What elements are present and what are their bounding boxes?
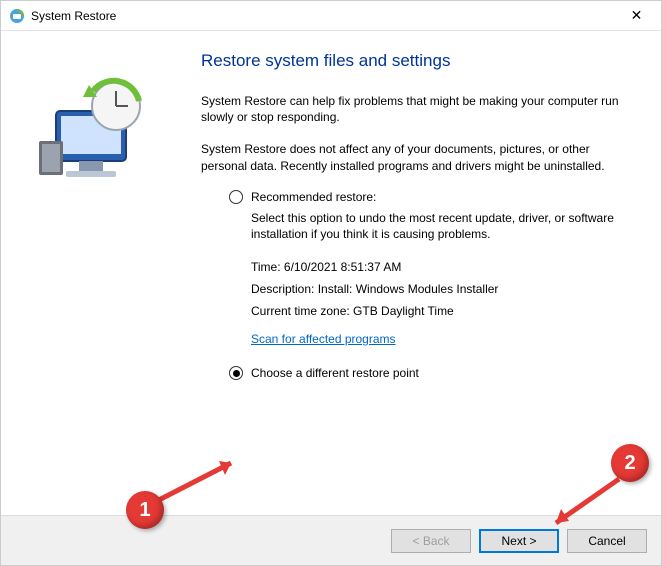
detail-description: Description: Install: Windows Modules In… xyxy=(251,282,631,296)
cancel-button[interactable]: Cancel xyxy=(567,529,647,553)
radio-icon xyxy=(229,366,243,380)
option-different: Choose a different restore point xyxy=(229,366,631,380)
main-panel: Restore system files and settings System… xyxy=(191,51,631,505)
button-bar: < Back Next > Cancel xyxy=(1,515,661,565)
system-restore-icon xyxy=(9,8,25,24)
option-recommended: Recommended restore: Select this option … xyxy=(229,190,631,346)
annotation-badge-1: 1 xyxy=(126,491,164,529)
detail-time: Time: 6/10/2021 8:51:37 AM xyxy=(251,260,631,274)
recommended-desc: Select this option to undo the most rece… xyxy=(251,210,631,242)
page-heading: Restore system files and settings xyxy=(201,51,631,71)
window-title: System Restore xyxy=(31,9,614,23)
next-button[interactable]: Next > xyxy=(479,529,559,553)
radio-different[interactable]: Choose a different restore point xyxy=(229,366,631,380)
close-button[interactable]: ✕ xyxy=(614,2,659,30)
content-area: Restore system files and settings System… xyxy=(1,31,661,515)
back-button: < Back xyxy=(391,529,471,553)
restore-illustration-icon xyxy=(31,71,161,201)
radio-recommended-label: Recommended restore: xyxy=(251,190,376,204)
detail-timezone: Current time zone: GTB Daylight Time xyxy=(251,304,631,318)
annotation-badge-2: 2 xyxy=(611,444,649,482)
recommended-details: Time: 6/10/2021 8:51:37 AM Description: … xyxy=(251,260,631,318)
radio-different-label: Choose a different restore point xyxy=(251,366,419,380)
radio-icon xyxy=(229,190,243,204)
illustration xyxy=(31,51,191,505)
intro-text-2: System Restore does not affect any of yo… xyxy=(201,141,631,173)
titlebar: System Restore ✕ xyxy=(1,1,661,31)
scan-affected-link[interactable]: Scan for affected programs xyxy=(251,332,396,346)
intro-text-1: System Restore can help fix problems tha… xyxy=(201,93,631,125)
radio-recommended[interactable]: Recommended restore: xyxy=(229,190,631,204)
